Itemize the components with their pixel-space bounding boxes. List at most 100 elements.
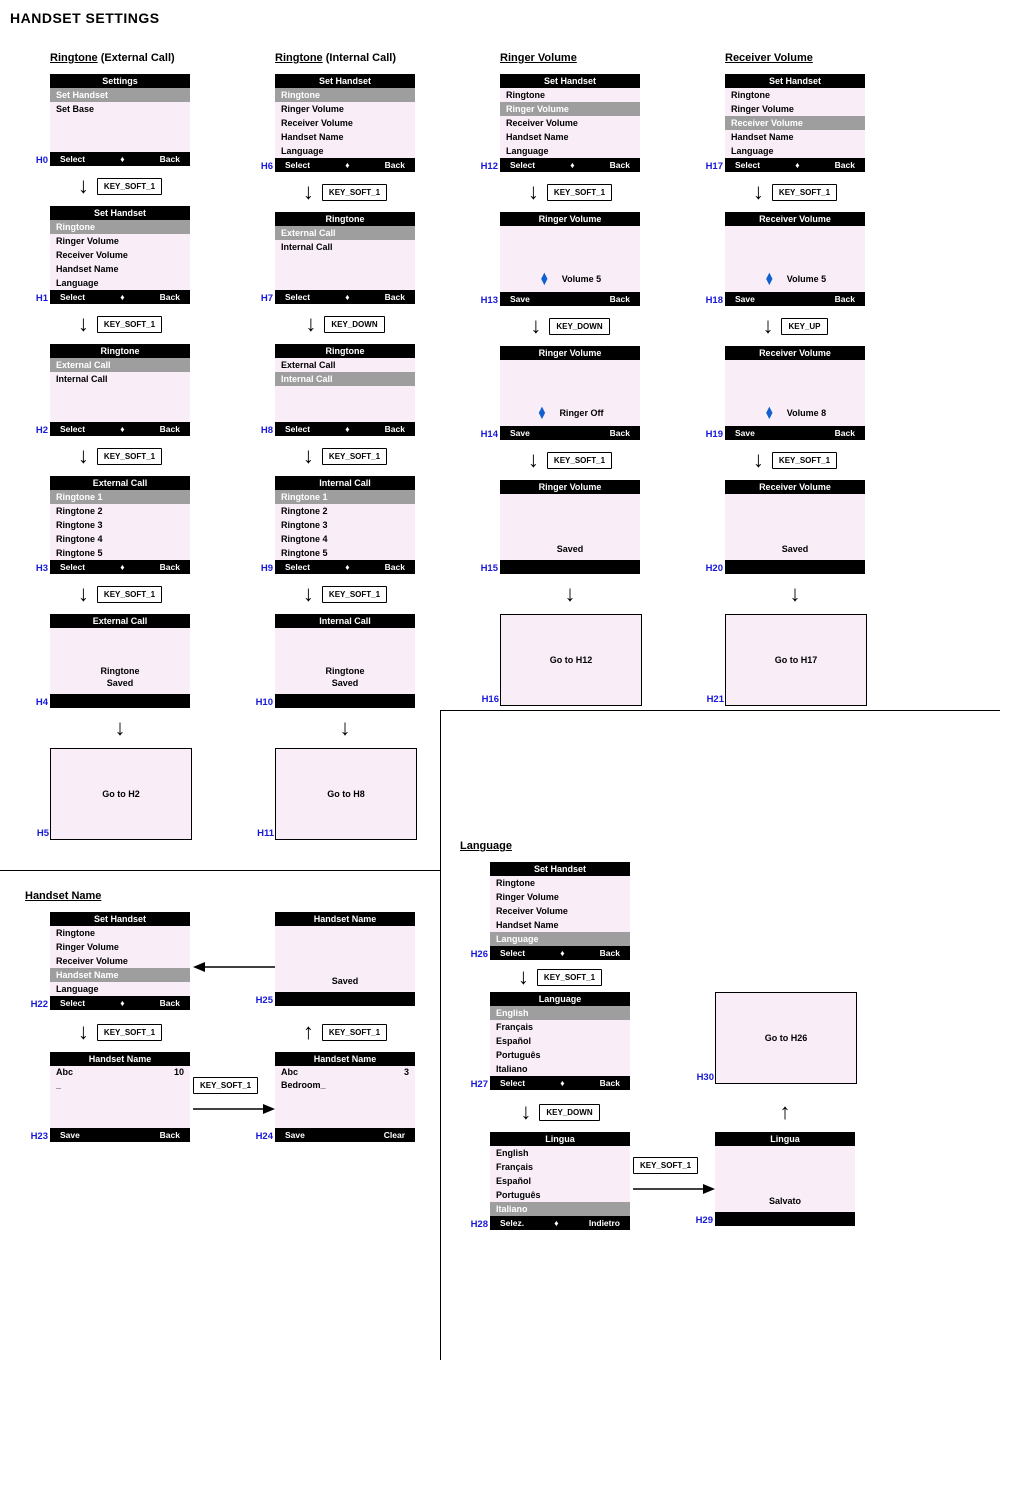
message: RingtoneSaved xyxy=(326,665,365,689)
goto-h30: Go to H26 H30 xyxy=(715,992,857,1084)
menu-item: Handset Name xyxy=(725,130,865,144)
keypress-label: KEY_SOFT_1 xyxy=(322,448,387,465)
menu-item: Italiano xyxy=(490,1202,630,1216)
softkey-back[interactable]: Back xyxy=(600,1076,620,1090)
menu-item: Language xyxy=(275,144,415,158)
screen-id: H29 xyxy=(690,1215,713,1226)
screen-id: H7 xyxy=(250,293,273,304)
softkey-back[interactable]: Back xyxy=(385,158,405,172)
softkey-back[interactable]: Back xyxy=(610,426,630,440)
arrow-down-icon: ↓ xyxy=(530,315,541,337)
section-title-language: Language xyxy=(460,840,1000,852)
menu-item: Ringtone 3 xyxy=(275,518,415,532)
text-cursor[interactable]: _ xyxy=(50,1078,190,1092)
menu-item: External Call xyxy=(275,226,415,240)
softkey-back[interactable]: Back xyxy=(600,946,620,960)
updown-volume-icon: ▲▼ xyxy=(539,273,550,285)
softkey-clear[interactable]: Clear xyxy=(384,1128,405,1142)
softkey-select[interactable]: Select xyxy=(60,422,85,436)
updown-volume-icon: ▲▼ xyxy=(537,407,548,419)
softkey-select[interactable]: Select xyxy=(285,560,310,574)
softkey-select[interactable]: Select xyxy=(60,290,85,304)
softkey-save[interactable]: Save xyxy=(735,426,755,440)
softkey-select[interactable]: Select xyxy=(285,158,310,172)
softkey-back[interactable]: Back xyxy=(835,292,855,306)
softkey-back[interactable]: Back xyxy=(160,1128,180,1142)
menu-item: Italiano xyxy=(490,1062,630,1076)
menu-item: Ringer Volume xyxy=(50,940,190,954)
menu-item: Handset Name xyxy=(50,262,190,276)
menu-item: Français xyxy=(490,1160,630,1174)
screen-h17: Set Handset Ringtone Ringer Volume Recei… xyxy=(725,74,865,172)
arrow-left-icon xyxy=(193,960,275,974)
menu-item: Receiver Volume xyxy=(725,116,865,130)
arrow-down-icon: ↓ xyxy=(305,313,316,335)
softkey-save[interactable]: Save xyxy=(285,1128,305,1142)
screen-id: H30 xyxy=(691,1072,714,1083)
screen-id: H22 xyxy=(25,999,48,1010)
softkey-save[interactable]: Save xyxy=(510,292,530,306)
screen-title: Set Handset xyxy=(500,74,640,88)
softkey-select[interactable]: Select xyxy=(60,560,85,574)
flow-arrow: ↓KEY_SOFT_1 xyxy=(50,166,190,206)
text-cursor[interactable]: Bedroom_ xyxy=(275,1078,415,1092)
menu-item: Ringtone xyxy=(725,88,865,102)
updown-icon: ♦ xyxy=(345,158,349,172)
char-count: 10 xyxy=(174,1067,184,1077)
softkey-back[interactable]: Back xyxy=(835,158,855,172)
softkey-save[interactable]: Save xyxy=(735,292,755,306)
menu-item: Ringtone xyxy=(490,876,630,890)
softkey-select[interactable]: Select xyxy=(735,158,760,172)
arrow-right-icon xyxy=(633,1182,715,1196)
arrow-down-icon: ↓ xyxy=(528,449,539,471)
menu-item: Receiver Volume xyxy=(50,954,190,968)
updown-volume-icon: ▲▼ xyxy=(764,273,775,285)
keypress-label: KEY_SOFT_1 xyxy=(322,586,387,603)
softkey-indietro[interactable]: Indietro xyxy=(589,1216,620,1230)
softkey-back[interactable]: Back xyxy=(160,560,180,574)
softkey-selez[interactable]: Selez. xyxy=(500,1216,524,1230)
screen-h7: Ringtone External Call Internal Call Sel… xyxy=(275,212,415,304)
softkey-back[interactable]: Back xyxy=(610,292,630,306)
updown-icon: ♦ xyxy=(120,290,124,304)
arrow-right-icon xyxy=(193,1102,275,1116)
arrow-down-icon: ↓ xyxy=(520,1101,531,1123)
menu-item: Ringtone 1 xyxy=(50,490,190,504)
screen-h20: Receiver Volume Saved H20 xyxy=(725,480,865,574)
message: RingtoneSaved xyxy=(101,665,140,689)
menu-item: External Call xyxy=(275,358,415,372)
softkey-select[interactable]: Select xyxy=(500,946,525,960)
goto-h21: Go to H17 H21 xyxy=(725,614,867,706)
screen-title: Set Handset xyxy=(50,206,190,220)
arrow-down-icon: ↓ xyxy=(518,966,529,988)
screen-h22: Set Handset Ringtone Ringer Volume Recei… xyxy=(50,912,190,1010)
softkey-back[interactable]: Back xyxy=(385,422,405,436)
screen-h25: Handset Name Saved H25 xyxy=(275,912,415,1006)
message: Salvato xyxy=(769,1195,801,1207)
softkey-select[interactable]: Select xyxy=(285,422,310,436)
screen-h14: Ringer Volume ▲▼Ringer Off SaveBack H14 xyxy=(500,346,640,440)
softkey-back[interactable]: Back xyxy=(160,290,180,304)
screen-h1: Set Handset Ringtone Ringer Volume Recei… xyxy=(50,206,190,304)
screen-title: Internal Call xyxy=(275,476,415,490)
footer-empty xyxy=(50,694,190,708)
softkey-back[interactable]: Back xyxy=(610,158,630,172)
section-title-ringtone-int: Ringtone (Internal Call) xyxy=(275,52,415,64)
softkey-select[interactable]: Select xyxy=(60,996,85,1010)
footer-empty xyxy=(500,560,640,574)
softkey-back[interactable]: Back xyxy=(160,422,180,436)
screen-title: Lingua xyxy=(715,1132,855,1146)
screen-id: H21 xyxy=(701,694,724,705)
softkey-select[interactable]: Select xyxy=(60,152,85,166)
softkey-back[interactable]: Back xyxy=(385,290,405,304)
softkey-save[interactable]: Save xyxy=(510,426,530,440)
softkey-back[interactable]: Back xyxy=(835,426,855,440)
softkey-select[interactable]: Select xyxy=(510,158,535,172)
softkey-back[interactable]: Back xyxy=(160,996,180,1010)
softkey-back[interactable]: Back xyxy=(160,152,180,166)
softkey-select[interactable]: Select xyxy=(500,1076,525,1090)
softkey-back[interactable]: Back xyxy=(385,560,405,574)
softkey-save[interactable]: Save xyxy=(60,1128,80,1142)
softkey-select[interactable]: Select xyxy=(285,290,310,304)
updown-icon: ♦ xyxy=(554,1216,558,1230)
